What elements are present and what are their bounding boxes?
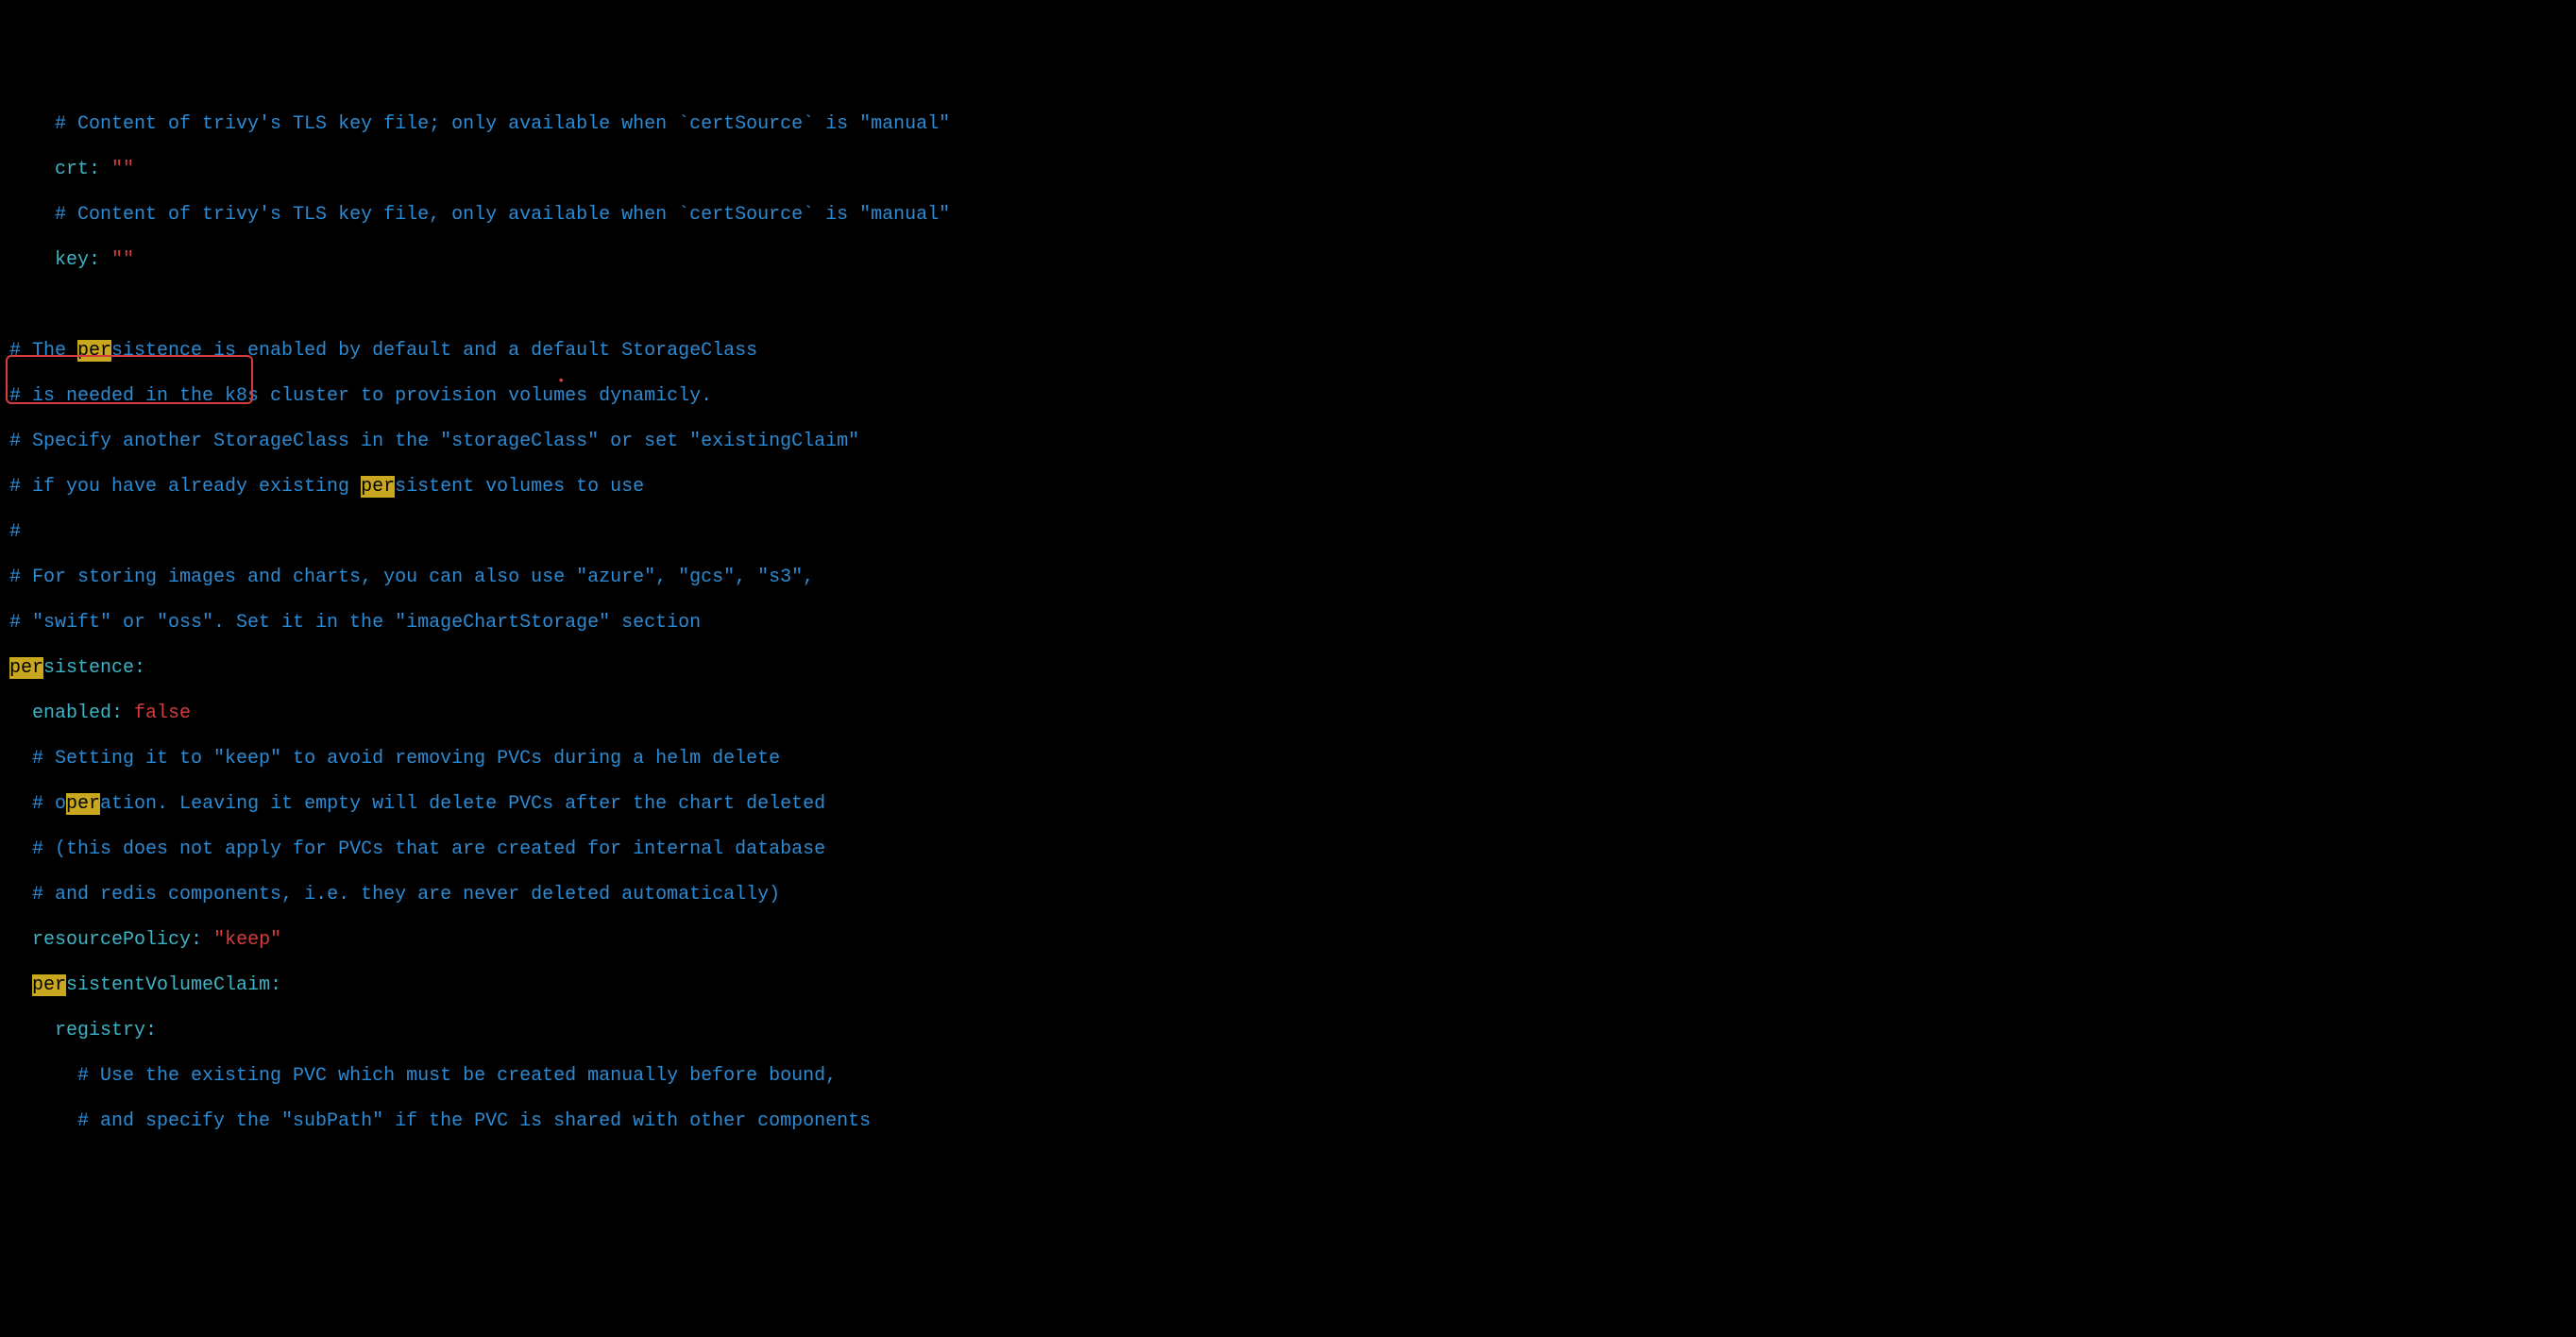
code-line: # Use the existing PVC which must be cre… xyxy=(9,1065,2576,1088)
code-line: key: "" xyxy=(9,249,2576,272)
code-line: # xyxy=(9,521,2576,544)
code-line: # "swift" or "oss". Set it in the "image… xyxy=(9,612,2576,635)
code-line: persistentVolumeClaim: xyxy=(9,974,2576,997)
search-highlight: per xyxy=(77,340,111,362)
code-line: # if you have already existing persisten… xyxy=(9,476,2576,499)
code-line: # is needed in the k8s cluster to provis… xyxy=(9,385,2576,408)
search-highlight: per xyxy=(9,657,43,679)
code-line: # Setting it to "keep" to avoid removing… xyxy=(9,748,2576,770)
search-highlight: per xyxy=(361,476,395,498)
code-line: # The persistence is enabled by default … xyxy=(9,340,2576,363)
code-line: registry: xyxy=(9,1020,2576,1042)
code-line: # operation. Leaving it empty will delet… xyxy=(9,793,2576,816)
code-line: # Content of trivy's TLS key file; only … xyxy=(9,113,2576,136)
code-line: # and redis components, i.e. they are ne… xyxy=(9,884,2576,906)
code-line: resourcePolicy: "keep" xyxy=(9,929,2576,952)
code-line: persistence: xyxy=(9,657,2576,680)
code-line: enabled: false xyxy=(9,702,2576,725)
code-line: # Specify another StorageClass in the "s… xyxy=(9,431,2576,453)
code-line: # For storing images and charts, you can… xyxy=(9,567,2576,589)
search-highlight: per xyxy=(32,974,66,996)
search-highlight: per xyxy=(66,793,100,815)
code-line: # Content of trivy's TLS key file, only … xyxy=(9,204,2576,227)
code-line: # and specify the "subPath" if the PVC i… xyxy=(9,1110,2576,1133)
code-line xyxy=(9,295,2576,317)
code-editor[interactable]: # Content of trivy's TLS key file; only … xyxy=(9,91,2576,1224)
code-line: # (this does not apply for PVCs that are… xyxy=(9,838,2576,861)
code-line: crt: "" xyxy=(9,159,2576,181)
